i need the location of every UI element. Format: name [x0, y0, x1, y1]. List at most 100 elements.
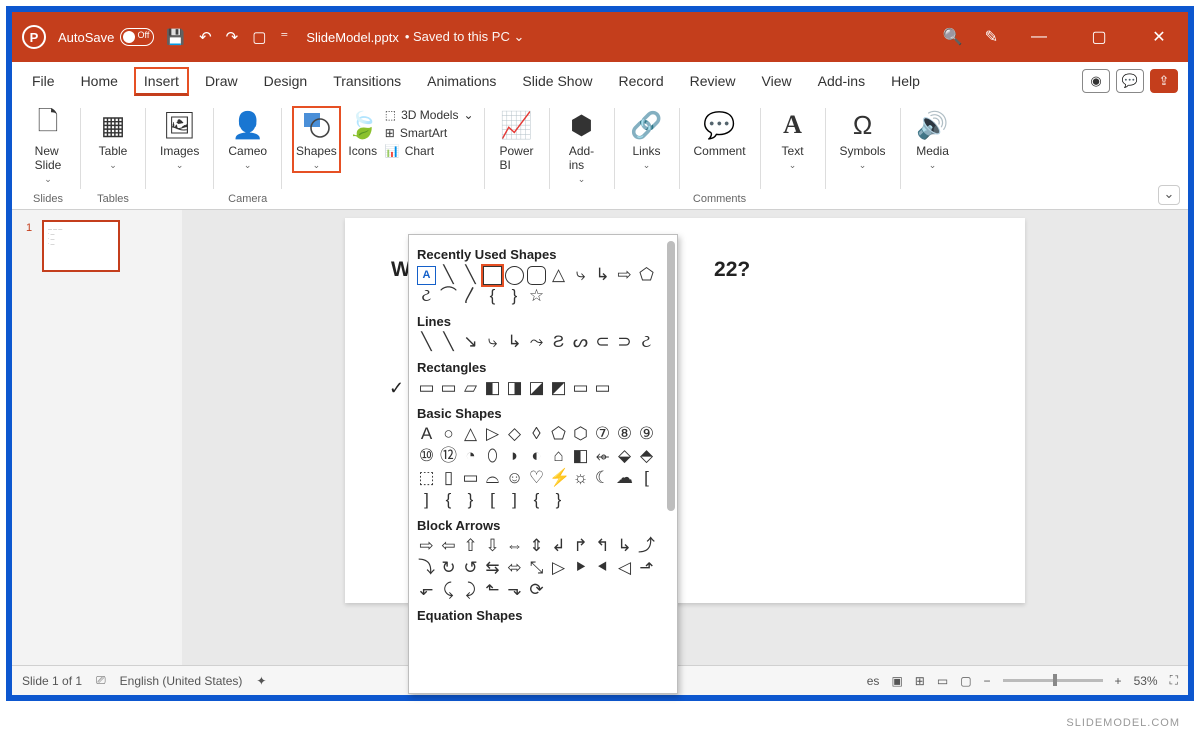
shape-icon[interactable]: ◪ [527, 379, 546, 398]
shape-roundrect-icon[interactable] [527, 266, 546, 285]
shape-icon[interactable]: ◇ [505, 425, 524, 444]
shape-icon[interactable]: ⤷ [483, 333, 502, 352]
shape-icon[interactable]: { [527, 491, 546, 510]
shape-icon[interactable]: △ [461, 425, 480, 444]
shape-icon[interactable]: ▷ [483, 425, 502, 444]
shape-icon[interactable]: ▭ [417, 379, 436, 398]
shape-icon[interactable]: ⑨ [637, 425, 656, 444]
shape-icon[interactable]: ☼ [571, 469, 590, 488]
shape-oval-icon[interactable] [505, 266, 524, 285]
view-slideshow-icon[interactable]: ▢ [960, 674, 971, 688]
shape-icon[interactable]: ᔕ [571, 333, 590, 352]
shape-icon[interactable]: { [439, 491, 458, 510]
shape-icon[interactable]: ⬰ [593, 447, 612, 466]
menu-review[interactable]: Review [680, 67, 746, 95]
powerbi-button[interactable]: 📈Power BI [495, 106, 539, 174]
collapse-ribbon-icon[interactable]: ⌄ [1158, 185, 1180, 205]
slide-canvas[interactable]: What 22? A). B). ✓ C). [182, 210, 1188, 665]
shape-icon[interactable]: ▭ [439, 379, 458, 398]
accessibility-check-icon[interactable]: ✦ [256, 674, 266, 688]
zoom-level[interactable]: 53% [1134, 674, 1158, 688]
menu-help[interactable]: Help [881, 67, 930, 95]
shape-icon[interactable]: ⤵ [417, 559, 436, 578]
shape-icon[interactable]: ↰ [593, 537, 612, 556]
menu-record[interactable]: Record [608, 67, 673, 95]
shape-icon[interactable]: ] [417, 491, 436, 510]
shape-icon[interactable]: ⤸ [461, 581, 480, 600]
shape-line-icon[interactable]: ╲ [439, 266, 458, 285]
images-button[interactable]: 🖼Images [156, 106, 203, 173]
shape-icon[interactable]: ⤹ [439, 581, 458, 600]
document-title[interactable]: SlideModel.pptx • Saved to this PC ⌄ [306, 29, 524, 45]
shape-icon[interactable]: ⇔ [505, 537, 524, 556]
shape-icon[interactable]: ⑩ [417, 447, 436, 466]
shape-icon[interactable]: ◁ [615, 559, 634, 578]
shape-icon[interactable]: ⤴ [637, 537, 656, 556]
shape-icon[interactable]: ⑦ [593, 425, 612, 444]
menu-animations[interactable]: Animations [417, 67, 506, 95]
shape-icon[interactable]: ⇩ [483, 537, 502, 556]
shape-icon[interactable]: ♡ [527, 469, 546, 488]
shape-icon[interactable]: ▭ [593, 379, 612, 398]
new-slide-button[interactable]: 🗋New Slide [26, 106, 70, 187]
cameo-button[interactable]: 👤Cameo [224, 106, 271, 173]
shape-icon[interactable]: ⬏ [637, 559, 656, 578]
shape-freeform-icon[interactable]: 〳 [461, 287, 480, 306]
autosave-toggle[interactable]: AutoSave Off [58, 28, 154, 46]
shape-star-icon[interactable]: ☆ [527, 287, 546, 306]
comments-pane-icon[interactable]: 💬 [1116, 69, 1144, 93]
menu-home[interactable]: Home [71, 67, 128, 95]
record-indicator-icon[interactable]: ◉ [1082, 69, 1110, 93]
shape-brace-r-icon[interactable]: } [505, 287, 524, 306]
shape-icon[interactable]: } [549, 491, 568, 510]
notes-icon[interactable]: es [867, 674, 880, 688]
shape-icon[interactable]: ◗ [505, 447, 524, 466]
shape-icon[interactable]: ╲ [417, 333, 436, 352]
shape-icon[interactable]: ↻ [439, 559, 458, 578]
shape-icon[interactable]: ⤳ [527, 333, 546, 352]
shape-icon[interactable]: ⬚ [417, 469, 436, 488]
shape-icon[interactable]: ⌂ [549, 447, 568, 466]
shape-icon[interactable]: ટ [637, 333, 656, 352]
shape-scribble-icon[interactable]: ટ [417, 287, 436, 306]
view-sorter-icon[interactable]: ⊞ [915, 674, 925, 688]
shape-brace-l-icon[interactable]: { [483, 287, 502, 306]
shape-icon[interactable]: ⚡ [549, 469, 568, 488]
shape-icon[interactable]: ◊ [527, 425, 546, 444]
shape-arrow-icon[interactable]: ⇨ [615, 266, 634, 285]
share-button[interactable]: ⇪ [1150, 69, 1178, 93]
shape-icon[interactable]: ◧ [483, 379, 502, 398]
shape-icon[interactable]: ○ [439, 425, 458, 444]
shape-icon[interactable]: ◨ [505, 379, 524, 398]
shape-textbox-icon[interactable]: A [417, 266, 436, 285]
menu-slideshow[interactable]: Slide Show [512, 67, 602, 95]
view-reading-icon[interactable]: ▭ [937, 674, 948, 688]
menu-addins[interactable]: Add-ins [808, 67, 875, 95]
maximize-button[interactable]: ▢ [1080, 27, 1118, 47]
shape-blockarrow-icon[interactable]: ⬠ [637, 266, 656, 285]
text-button[interactable]: AText [771, 106, 815, 173]
shape-icon[interactable]: ☾ [593, 469, 612, 488]
shape-icon[interactable]: } [461, 491, 480, 510]
links-button[interactable]: 🔗Links [625, 106, 669, 173]
shape-curve-icon[interactable]: ⌒ [439, 287, 458, 306]
shape-rectangle-icon[interactable] [483, 266, 502, 285]
shape-icon[interactable]: ⊃ [615, 333, 634, 352]
shape-icon[interactable]: ╲ [439, 333, 458, 352]
menu-file[interactable]: File [22, 67, 65, 95]
shapes-button[interactable]: Shapes [292, 106, 341, 173]
chart-button[interactable]: 📊Chart [385, 144, 434, 158]
close-button[interactable]: ✕ [1140, 27, 1178, 47]
shape-icon[interactable]: ◔ [461, 447, 480, 466]
shape-icon[interactable]: ⬡ [571, 425, 590, 444]
shape-icon[interactable]: ⑫ [439, 447, 458, 466]
qat-more-icon[interactable]: ⁼ [280, 28, 288, 46]
save-icon[interactable]: 💾 [166, 28, 185, 46]
shape-icon[interactable]: ⬠ [549, 425, 568, 444]
shape-icon[interactable]: ▷ [549, 559, 568, 578]
shape-icon[interactable]: [ [483, 491, 502, 510]
fit-window-icon[interactable]: ⛶ [1170, 673, 1178, 688]
search-icon[interactable]: 🔍 [943, 27, 963, 47]
shape-icon[interactable]: ⌓ [483, 469, 502, 488]
shape-icon[interactable]: ⇆ [483, 559, 502, 578]
